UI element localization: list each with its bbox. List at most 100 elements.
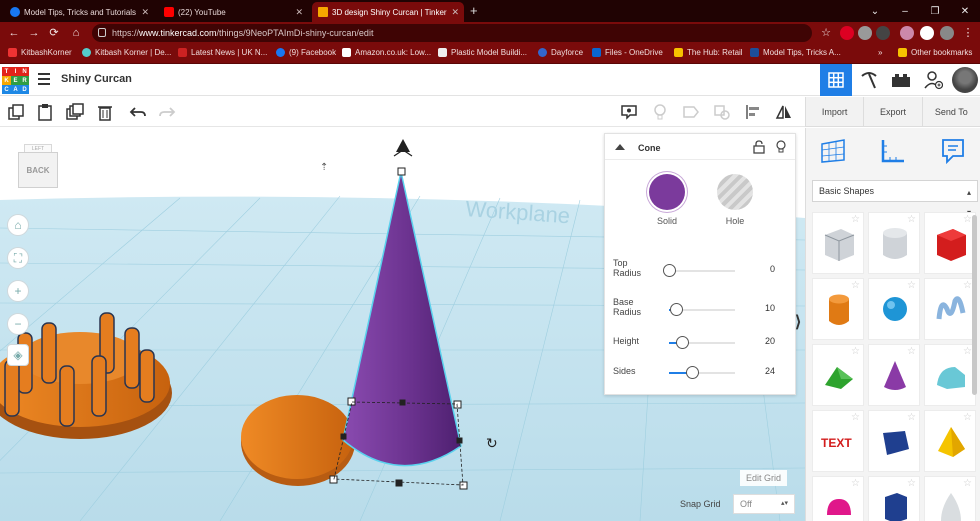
bookmark-item[interactable]: KitbashKorner <box>8 48 72 57</box>
favorite-star-icon[interactable]: ☆ <box>963 280 972 291</box>
bookmark-item[interactable]: Dayforce <box>538 48 583 57</box>
light-bulb-icon[interactable] <box>651 103 669 121</box>
design-list-icon[interactable] <box>38 73 50 85</box>
shape-cone[interactable]: ☆ <box>868 344 920 406</box>
zoom-out-icon[interactable]: − <box>7 313 29 335</box>
extension-icon[interactable] <box>876 26 890 40</box>
view-cube[interactable]: LEFT BACK <box>18 144 60 190</box>
favorite-star-icon[interactable]: ☆ <box>907 346 916 357</box>
new-tab-button[interactable]: + <box>470 3 478 18</box>
extension-icon[interactable] <box>858 26 872 40</box>
perspective-icon[interactable]: ◈ <box>7 344 29 366</box>
user-avatar[interactable] <box>952 67 978 93</box>
import-button[interactable]: Import <box>805 97 863 126</box>
extension-icon[interactable] <box>900 26 914 40</box>
close-tab-icon[interactable]: ✕ <box>141 7 149 18</box>
shape-paraboloid[interactable]: ☆ <box>924 476 976 521</box>
browser-tab[interactable]: (22) YouTube ✕ <box>158 2 308 22</box>
shape-cylinder[interactable]: ☆ <box>812 278 864 340</box>
shape-half-sphere[interactable]: ☆ <box>812 476 864 521</box>
param-knob[interactable] <box>686 366 699 379</box>
param-knob[interactable] <box>670 303 683 316</box>
star-icon[interactable]: ☆ <box>818 25 834 41</box>
redo-icon[interactable] <box>158 103 176 121</box>
duplicate-icon[interactable] <box>66 103 84 121</box>
hole-swatch[interactable] <box>717 174 753 210</box>
favorite-star-icon[interactable]: ☆ <box>963 214 972 225</box>
light-bulb-icon[interactable] <box>775 140 787 154</box>
favorite-star-icon[interactable]: ☆ <box>851 346 860 357</box>
shape-text[interactable]: ☆ TEXT <box>812 410 864 472</box>
shape-pyramid[interactable]: ☆ <box>924 410 976 472</box>
param-slider[interactable] <box>669 303 735 316</box>
bookmark-item[interactable]: Plastic Model Buildi... <box>438 48 527 57</box>
url-field[interactable]: https://www.tinkercad.com/things/9NeoPTA… <box>92 24 812 42</box>
rotate-arrow-icon[interactable]: ↻ <box>486 436 498 452</box>
zoom-in-icon[interactable]: + <box>7 280 29 302</box>
bookmark-item[interactable]: Kitbash Korner | De... <box>82 48 171 57</box>
shape-polygon[interactable]: ☆ <box>868 476 920 521</box>
param-value[interactable]: 24 <box>765 366 775 376</box>
notes-icon[interactable] <box>938 136 968 166</box>
favorite-star-icon[interactable]: ☆ <box>907 280 916 291</box>
mirror-icon[interactable] <box>775 103 793 121</box>
fit-view-icon[interactable]: ⛶ <box>7 247 29 269</box>
param-value[interactable]: 0 <box>770 264 775 274</box>
send-to-button[interactable]: Send To <box>921 97 980 126</box>
home-view-icon[interactable]: ⌂ <box>7 214 29 236</box>
reload-icon[interactable]: ⟳ <box>46 25 62 41</box>
minimize-icon[interactable]: – <box>890 0 920 22</box>
param-slider[interactable] <box>669 336 735 349</box>
back-icon[interactable]: ← <box>6 25 22 41</box>
menu-kebab-icon[interactable]: ⋮ <box>960 25 976 41</box>
param-value[interactable]: 10 <box>765 303 775 313</box>
maximize-icon[interactable]: ❐ <box>920 0 950 22</box>
favorite-star-icon[interactable]: ☆ <box>963 412 972 423</box>
orange-disc-shape[interactable] <box>241 395 355 486</box>
bookmark-item[interactable]: (9) Facebook <box>276 48 336 57</box>
shape-library-select[interactable]: Basic Shapes ▴▾ <box>812 180 978 217</box>
favorite-star-icon[interactable]: ☆ <box>851 412 860 423</box>
shape-cylinder-hole[interactable]: ☆ <box>868 212 920 274</box>
bookmark-item[interactable]: Latest News | UK N... <box>178 48 267 57</box>
browser-tab[interactable]: Model Tips, Tricks and Tutorials ✕ <box>4 2 154 22</box>
shape-box[interactable]: ☆ <box>924 212 976 274</box>
design-title[interactable]: Shiny Curcan <box>61 73 132 85</box>
favorite-star-icon[interactable]: ☆ <box>963 346 972 357</box>
tinkercad-logo[interactable]: T I N K E R C A D <box>2 67 30 94</box>
undo-icon[interactable] <box>129 103 147 121</box>
shape-scribble[interactable]: ☆ <box>924 278 976 340</box>
bookmark-item[interactable]: The Hub: Retail <box>674 48 743 57</box>
favorite-star-icon[interactable]: ☆ <box>907 478 916 489</box>
chevron-right-icon[interactable]: » <box>878 48 882 57</box>
profile-avatar-icon[interactable] <box>940 26 954 40</box>
param-slider[interactable] <box>663 264 735 277</box>
shape-sphere[interactable]: ☆ <box>868 278 920 340</box>
home-icon[interactable]: ⌂ <box>68 25 84 41</box>
extension-icon[interactable] <box>920 26 934 40</box>
delete-icon[interactable] <box>96 103 114 121</box>
invite-user-button[interactable] <box>917 64 949 96</box>
shape-box-hole[interactable]: ☆ <box>812 212 864 274</box>
workplane-tool-icon[interactable] <box>818 136 848 166</box>
shape-wedge[interactable]: ☆ <box>868 410 920 472</box>
ruler-icon[interactable] <box>878 136 908 166</box>
3d-design-view-button[interactable] <box>820 64 852 96</box>
blocks-view-button[interactable] <box>853 64 885 96</box>
favorite-star-icon[interactable]: ☆ <box>963 478 972 489</box>
favorite-star-icon[interactable]: ☆ <box>851 478 860 489</box>
param-knob[interactable] <box>676 336 689 349</box>
forward-icon[interactable]: → <box>26 25 42 41</box>
export-button[interactable]: Export <box>863 97 921 126</box>
tab-search-icon[interactable]: ⌄ <box>860 0 890 22</box>
ungroup-icon[interactable] <box>713 103 731 121</box>
view-cube-face[interactable]: BACK <box>18 152 58 188</box>
snap-grid-select[interactable]: Off ▴▾ <box>733 494 795 514</box>
param-knob[interactable] <box>663 264 676 277</box>
adblock-icon[interactable] <box>840 26 854 40</box>
paste-icon[interactable] <box>36 103 54 121</box>
lock-icon[interactable] <box>753 140 765 154</box>
param-value[interactable]: 20 <box>765 336 775 346</box>
bookmark-item[interactable]: Amazon.co.uk: Low... <box>342 48 431 57</box>
bricks-view-button[interactable] <box>885 64 917 96</box>
